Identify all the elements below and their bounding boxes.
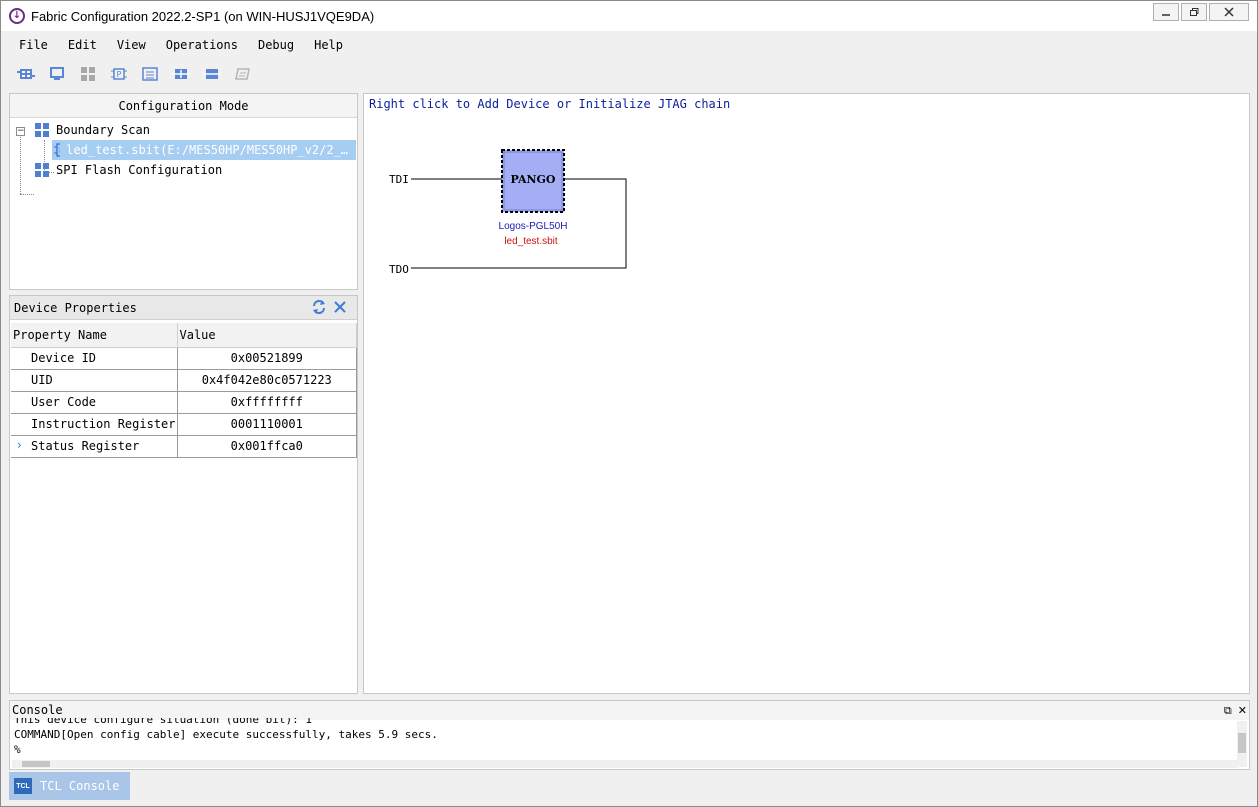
window-title: Fabric Configuration 2022.2-SP1 (on WIN-… (31, 8, 375, 24)
tdo-label: TDO (389, 263, 409, 276)
list-icon (142, 67, 158, 81)
svg-text:P: P (117, 70, 122, 79)
spi-flash-icon (35, 163, 49, 177)
list-button[interactable] (139, 63, 161, 85)
table-row[interactable]: UID 0x4f042e80c0571223 (11, 369, 357, 392)
restore-button[interactable] (1181, 3, 1207, 21)
tree-item-spi-flash[interactable]: SPI Flash Configuration (34, 160, 222, 180)
close-icon (1224, 7, 1234, 17)
device-vendor-label: PANGO (510, 173, 555, 186)
chip-file-icon: P (54, 143, 61, 157)
jtag-chain-canvas[interactable]: Right click to Add Device or Initialize … (363, 93, 1250, 694)
close-icon[interactable] (333, 299, 347, 315)
tree-item-label: Boundary Scan (56, 123, 150, 137)
configuration-mode-title: Configuration Mode (10, 94, 357, 118)
tree-item-label: led_test.sbit(E:/MES50HP/MES50HP_v2/2_… (66, 143, 348, 157)
tcl-console-tab[interactable]: TCL TCL Console (9, 772, 130, 800)
app-window: ↓ Fabric Configuration 2022.2-SP1 (on WI… (0, 0, 1258, 807)
program-icon (235, 68, 250, 80)
close-button[interactable] (1209, 3, 1249, 21)
monitor-button[interactable] (46, 63, 68, 85)
device-properties-title: Device Properties (14, 300, 137, 315)
property-value: 0x4f042e80c0571223 (177, 369, 357, 392)
property-name: Status Register (31, 439, 140, 453)
configuration-mode-panel: Configuration Mode − Boundary Scan P led… (9, 93, 358, 290)
device-properties-panel: Device Properties Property Name Value De… (9, 295, 358, 694)
console-panel: Console ⧉ ✕ This device configure situat… (9, 700, 1250, 770)
property-value: 0xffffffff (177, 391, 357, 414)
menu-operations[interactable]: Operations (156, 34, 248, 56)
refresh-icon[interactable] (311, 299, 327, 315)
table-header-row: Property Name Value (11, 323, 357, 348)
tcl-console-label: TCL Console (40, 779, 120, 793)
property-name: UID (11, 369, 178, 392)
console-line: This device configure situation (done bi… (14, 718, 313, 726)
property-name: Instruction Register (11, 413, 178, 436)
column-header-property-name: Property Name (11, 323, 178, 348)
table-row[interactable]: Device ID 0x00521899 (11, 347, 357, 370)
tree-item-label: SPI Flash Configuration (56, 163, 223, 177)
chevron-right-icon[interactable]: › (17, 438, 22, 452)
minimize-icon (1162, 14, 1170, 16)
device-file-label: led_test.sbit (504, 236, 558, 247)
tree-item-led-test-sbit[interactable]: P led_test.sbit(E:/MES50HP/MES50HP_v2/2_… (52, 140, 356, 160)
grid-button[interactable] (77, 63, 99, 85)
jtag-add-button[interactable] (170, 63, 192, 85)
minimize-button[interactable] (1153, 3, 1179, 21)
device-name-label: Logos-PGL50H (499, 221, 568, 232)
jtag-scan-button[interactable] (15, 63, 37, 85)
menu-debug[interactable]: Debug (248, 34, 304, 56)
console-line: % (14, 743, 21, 756)
menu-view[interactable]: View (107, 34, 156, 56)
property-name: Device ID (11, 347, 178, 370)
menu-bar: File Edit View Operations Debug Help (9, 34, 353, 56)
chip-icon: P (111, 68, 127, 80)
app-icon: ↓ (9, 8, 25, 24)
device-properties-header: Device Properties (10, 296, 357, 320)
restore-icon (1190, 8, 1199, 16)
property-name-expandable: › Status Register (11, 435, 178, 458)
monitor-icon (50, 67, 64, 80)
property-value: 0001110001 (177, 413, 357, 436)
table-row[interactable]: User Code 0xffffffff (11, 391, 357, 414)
jtag-remove-button[interactable] (201, 63, 223, 85)
properties-table: Property Name Value Device ID 0x00521899… (11, 323, 357, 458)
jtag-add-icon (172, 69, 190, 79)
title-bar: ↓ Fabric Configuration 2022.2-SP1 (on WI… (1, 1, 1257, 31)
column-header-value: Value (177, 323, 357, 348)
tree-item-boundary-scan[interactable]: Boundary Scan (34, 120, 150, 140)
tdi-label: TDI (389, 173, 409, 186)
grid-icon (81, 67, 95, 81)
console-vertical-scrollbar[interactable] (1237, 721, 1247, 767)
property-name: User Code (11, 391, 178, 414)
property-value: 0x001ffca0 (177, 435, 357, 458)
close-icon[interactable]: ✕ (1238, 701, 1247, 720)
toolbar: P (9, 61, 254, 87)
menu-edit[interactable]: Edit (58, 34, 107, 56)
boundary-scan-icon (35, 123, 49, 137)
console-output[interactable]: This device configure situation (done bi… (14, 718, 1234, 762)
tcl-icon: TCL (14, 778, 32, 794)
table-row[interactable]: Instruction Register 0001110001 (11, 413, 357, 436)
jtag-scan-icon (17, 69, 35, 79)
jtag-chain-diagram: TDI TDO PANGO Logos-PGL50H led_test.sbit (389, 149, 627, 276)
console-line: COMMAND[Open config cable] execute succe… (14, 728, 438, 741)
jtag-remove-icon (203, 69, 221, 79)
chip-button[interactable]: P (108, 63, 130, 85)
collapse-icon[interactable]: − (16, 127, 25, 136)
console-horizontal-scrollbar[interactable] (12, 760, 1238, 768)
table-row[interactable]: › Status Register 0x001ffca0 (11, 435, 357, 458)
menu-file[interactable]: File (9, 34, 58, 56)
console-title: Console (12, 703, 63, 717)
program-button[interactable] (232, 63, 254, 85)
property-value: 0x00521899 (177, 347, 357, 370)
svg-text:P: P (59, 146, 60, 155)
menu-help[interactable]: Help (304, 34, 353, 56)
